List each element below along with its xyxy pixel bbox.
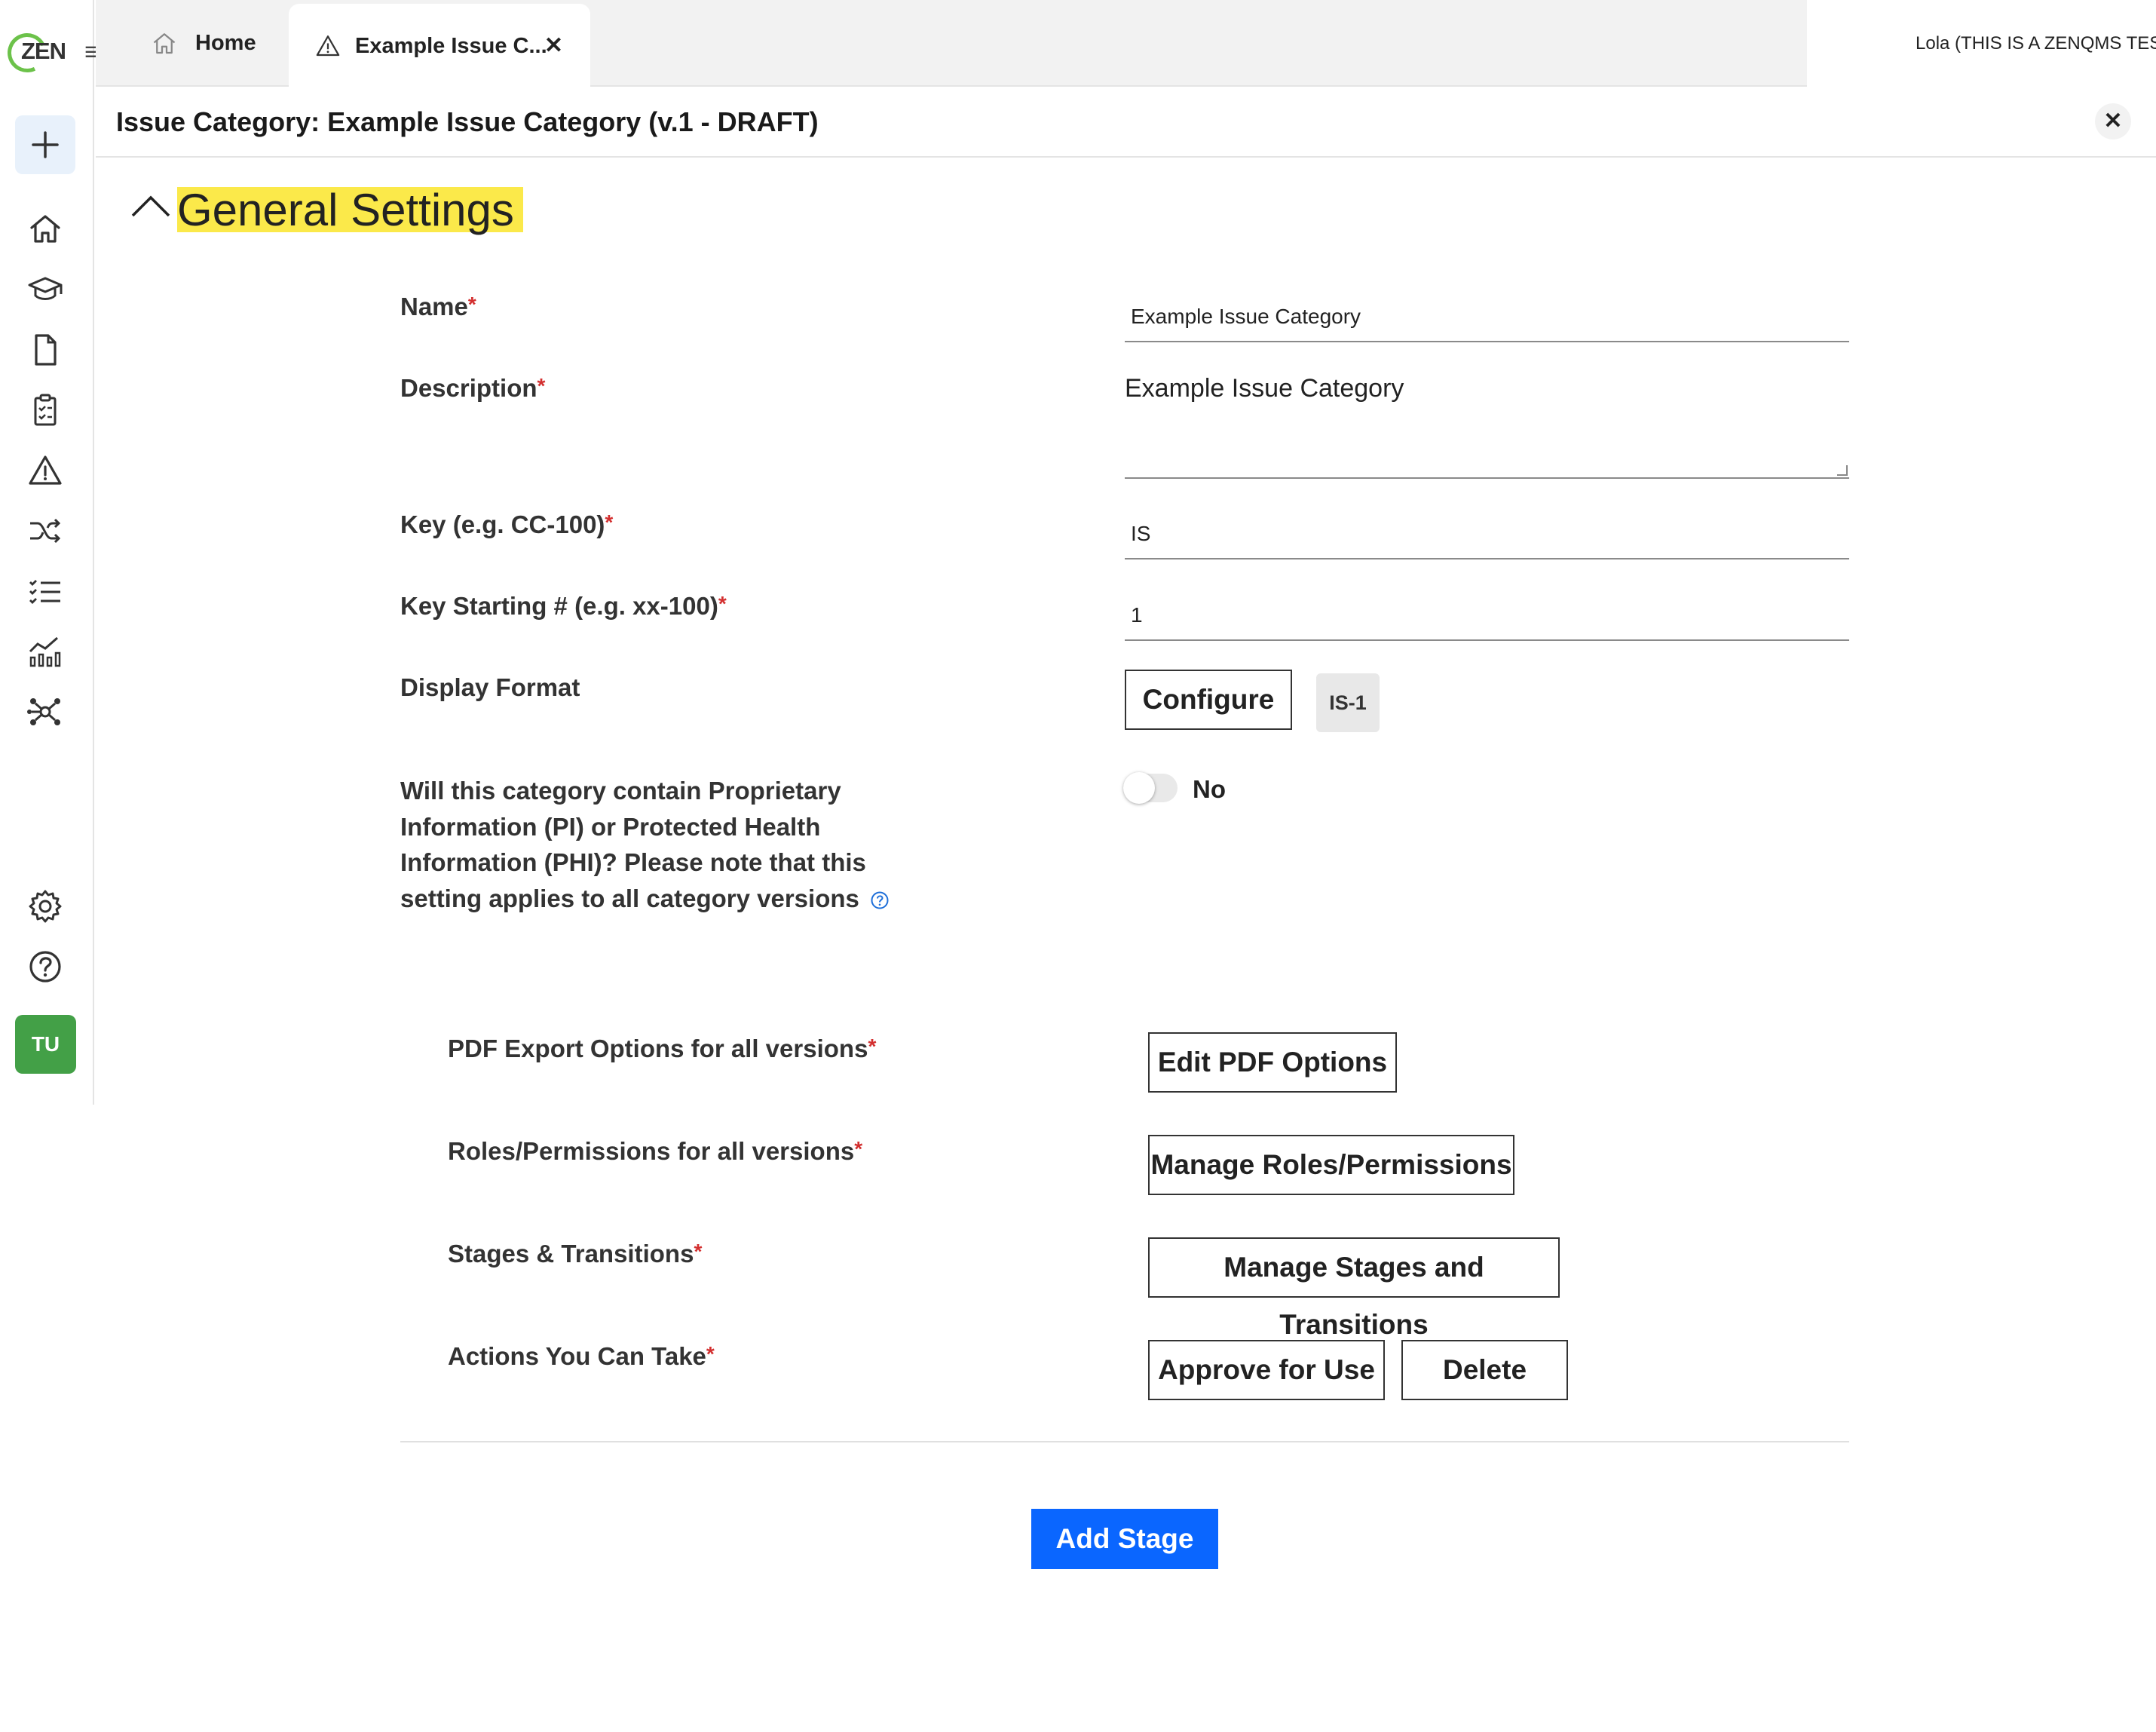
page-header: Issue Category: Example Issue Category (… (96, 88, 2156, 158)
help-circle-icon[interactable] (27, 949, 63, 985)
edit-pdf-options-button[interactable]: Edit PDF Options (1148, 1032, 1397, 1093)
approve-for-use-button[interactable]: Approve for Use (1148, 1340, 1385, 1400)
format-preview-badge: IS-1 (1316, 673, 1380, 732)
manage-stages-button[interactable]: Manage Stages and Transitions (1148, 1237, 1560, 1340)
pi-phi-toggle[interactable] (1123, 772, 1178, 804)
pdf-export-label: PDF Export Options for all versions* (448, 1035, 877, 1062)
required-marker: * (868, 1035, 877, 1058)
name-input[interactable]: Example Issue Category (1125, 294, 1849, 342)
resize-handle[interactable] (1837, 465, 1848, 476)
stages-transitions-label: Stages & Transitions* (448, 1240, 703, 1268)
tab-issue-label: Example Issue C... (355, 33, 547, 58)
clipboard-icon[interactable] (27, 392, 63, 428)
key-starting-label: Key Starting # (e.g. xx-100)* (400, 592, 727, 620)
required-marker: * (467, 293, 476, 316)
user-avatar[interactable]: TU (15, 1015, 76, 1074)
page-title: Issue Category: Example Issue Category (… (116, 106, 819, 137)
configure-button[interactable]: Configure (1125, 670, 1292, 730)
description-textarea[interactable]: Example Issue Category (1125, 369, 1849, 479)
key-starting-input[interactable]: 1 (1125, 587, 1849, 641)
zen-logo[interactable]: ZEN (2, 27, 66, 78)
description-value: Example Issue Category (1125, 374, 1404, 403)
left-rail: ZEN TU (0, 0, 94, 1105)
delete-button[interactable]: Delete (1401, 1340, 1568, 1400)
section-title-general-settings: General Settings (177, 187, 523, 234)
required-marker: * (706, 1342, 715, 1366)
add-stage-button[interactable]: Add Stage (1031, 1509, 1218, 1569)
document-icon[interactable] (27, 332, 63, 368)
warning-icon (316, 35, 340, 57)
home-icon (153, 32, 176, 54)
manage-roles-button[interactable]: Manage Roles/Permissions (1148, 1135, 1514, 1195)
key-input[interactable]: IS (1125, 505, 1849, 559)
name-label: Name* (400, 293, 476, 320)
gear-icon[interactable] (27, 888, 63, 924)
network-icon[interactable] (27, 694, 63, 730)
display-format-label: Display Format (400, 673, 580, 701)
tab-home-label: Home (195, 31, 256, 55)
tab-bar: Home Example Issue C... ✕ Lola (THIS IS … (96, 0, 2156, 88)
description-label: Description* (400, 374, 546, 402)
required-marker: * (718, 592, 727, 615)
analytics-icon[interactable] (27, 633, 63, 670)
checklist-icon[interactable] (27, 573, 63, 609)
actions-label: Actions You Can Take* (448, 1342, 715, 1370)
tab-issue-category[interactable]: Example Issue C... ✕ (289, 4, 590, 88)
help-icon[interactable] (870, 891, 890, 910)
required-marker: * (537, 374, 546, 397)
close-tab-icon[interactable]: ✕ (544, 32, 563, 59)
required-marker: * (694, 1240, 703, 1263)
roles-permissions-label: Roles/Permissions for all versions* (448, 1137, 863, 1165)
pi-phi-question-text: Will this category contain Proprietary I… (400, 777, 866, 912)
logo-text: ZEN (21, 38, 66, 64)
key-label: Key (e.g. CC-100)* (400, 510, 614, 538)
pi-phi-question: Will this category contain Proprietary I… (400, 773, 943, 916)
home-icon[interactable] (27, 211, 63, 247)
close-icon[interactable]: ✕ (2095, 103, 2131, 139)
graduation-cap-icon[interactable] (27, 271, 63, 308)
account-label[interactable]: Lola (THIS IS A ZENQMS TEST ACCOUNT) (1807, 0, 2156, 87)
create-new-button[interactable] (15, 115, 75, 174)
plus-icon (32, 131, 59, 158)
shuffle-icon[interactable] (27, 513, 63, 549)
tab-home[interactable]: Home (150, 0, 256, 87)
required-marker: * (605, 510, 614, 534)
required-marker: * (854, 1137, 863, 1160)
pi-phi-toggle-label: No (1193, 775, 1226, 803)
section-divider (400, 1441, 1849, 1442)
chevron-up-icon[interactable] (130, 190, 172, 220)
warning-icon[interactable] (27, 452, 63, 489)
